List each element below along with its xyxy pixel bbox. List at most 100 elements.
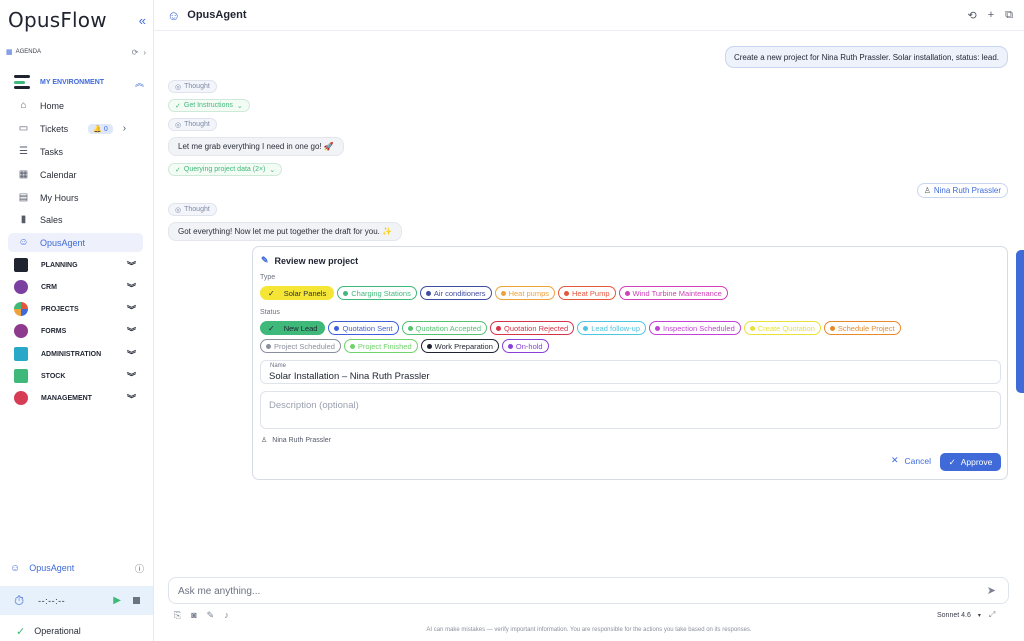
option-chip[interactable]: Quotation Accepted [401,321,487,335]
thought-pill[interactable]: ◎ Thought [168,80,217,93]
camera-icon[interactable]: ◙ [191,610,196,621]
sidebar-item-calendar[interactable]: ▦ Calendar [8,165,143,184]
info-icon[interactable]: ⓘ [135,562,144,575]
name-label: Name [270,363,287,369]
status-dot [334,325,340,331]
option-chip[interactable]: Inspection Scheduled [649,321,741,335]
option-chip[interactable]: Heat pumps [494,286,555,300]
sidebar-item-label: My Hours [40,192,79,203]
option-chip[interactable]: Project Scheduled [260,339,341,353]
copy-icon[interactable]: ⧉ [1005,9,1013,22]
projects-icon [14,302,28,316]
play-button[interactable]: ▶ [113,595,121,606]
chevron-right-icon[interactable]: › [123,123,126,134]
cancel-button[interactable]: ✕ Cancel [891,455,931,466]
option-chip[interactable]: Charging Stations [337,286,417,300]
thought-pill[interactable]: ◎ Thought [168,203,217,216]
thought-label: Thought [184,121,210,128]
thought-pill[interactable]: ◎ Thought [168,118,217,131]
option-chip[interactable]: Quotation Sent [328,321,399,335]
option-label: Solar Panels [283,288,327,298]
sidebar-item-tickets[interactable]: ▭ Tickets 🔔 0 › [8,119,143,138]
bottom-agent-label: OpusAgent [29,563,75,573]
sidebar-group-planning[interactable]: PLANNING ︾ [14,257,136,273]
option-chip[interactable]: Heat Pump [558,286,616,300]
app-logo[interactable]: OpusFlow [8,8,107,32]
sidebar-item-label: Tasks [40,146,64,157]
approve-button[interactable]: ✓ Approve [940,453,1001,471]
environment-toggle[interactable]: MY ENVIRONMENT ︽ [14,74,144,90]
option-chip[interactable]: Quotation Rejected [490,321,575,335]
sidebar-group-management[interactable]: MANAGEMENT ︾ [14,390,136,406]
model-selector[interactable]: Sonnet 4.6 ▾ ⤢ [937,610,995,620]
scrollbar-thumb[interactable] [1016,250,1024,393]
sidebar-group-forms[interactable]: FORMS ︾ [14,323,136,339]
option-chip[interactable]: Project Finished [343,339,418,353]
group-label: FORMS [41,327,67,335]
status-dot [624,290,630,296]
new-chat-icon[interactable]: + [988,9,994,21]
option-chip[interactable]: On-hold [501,339,549,353]
project-name-field[interactable]: Name Solar Installation – Nina Ruth Pras… [260,360,1001,384]
option-chip[interactable]: Air conditioners [419,286,492,300]
attach-icon[interactable]: ⎘ [174,610,181,621]
tool-call-querying-project-data[interactable]: ✓ Querying project data (2×) ⌄ [168,163,283,176]
stop-button[interactable] [133,597,140,604]
sidebar-group-crm[interactable]: CRM ︾ [14,279,136,295]
thought-icon: ◎ [175,206,182,214]
status-dot [266,343,271,349]
option-chip[interactable]: Schedule Project [823,321,901,335]
sidebar-item-opusagent[interactable]: ☺ OpusAgent [8,233,143,252]
user-message: Create a new project for Nina Ruth Prass… [724,46,1008,68]
option-chip[interactable]: Work Preparation [420,339,499,353]
sidebar: OpusFlow « ▦ AGENDA ⟳ › MY ENVIRONMENT ︽… [0,0,154,641]
description-field[interactable]: Description (optional) [260,391,1001,429]
tools-icon[interactable]: ✎ [207,610,215,621]
option-label: New Lead [283,323,318,333]
approve-label: Approve [960,457,993,467]
agenda-label: AGENDA [15,49,41,55]
environment-icon [14,75,30,89]
collapse-sidebar-icon[interactable]: « [139,13,146,28]
sidebar-item-my-hours[interactable]: ▤ My Hours [8,188,143,207]
status-dot [496,325,501,331]
option-chip[interactable]: ✓ New Lead [260,321,326,335]
option-label: Charging Stations [351,288,411,298]
sidebar-item-tasks[interactable]: ☰ Tasks [8,142,143,161]
sidebar-group-administration[interactable]: ADMINISTRATION ︾ [14,346,136,362]
refresh-icon[interactable]: ⟳ [132,48,139,57]
chat-input[interactable]: Ask me anything... ➤ [168,577,1009,604]
project-name-value: Solar Installation – Nina Ruth Prassler [269,371,430,382]
option-chip[interactable]: ✓ Solar Panels [260,286,335,300]
sidebar-item-sales[interactable]: ▮ Sales [8,210,143,229]
bottom-agent-link[interactable]: ☺ OpusAgent ⓘ [10,561,144,575]
history-icon[interactable]: ⟲ [967,9,976,22]
sidebar-group-projects[interactable]: PROJECTS ︾ [14,301,136,317]
tool-call-get-instructions[interactable]: ✓ Get Instructions ⌄ [168,99,250,112]
status-dot [829,325,835,331]
microphone-icon[interactable]: ♪ [224,610,229,621]
option-label: Project Finished [357,341,412,351]
sidebar-item-home[interactable]: ⌂ Home [8,96,143,115]
option-label: Create Quotation [757,323,815,333]
sidebar-item-label: Tickets [40,123,69,134]
expand-icon[interactable]: ⤢ [989,610,995,620]
option-label: Work Preparation [434,341,493,351]
option-chip[interactable]: Create Quotation [743,321,821,335]
status-options-row-1: ✓ New Lead Quotation Sent Quotation Accepte… [260,321,901,335]
option-chip[interactable]: Wind Turbine Maintenance [618,286,728,300]
contact-mention[interactable]: ♙ Nina Ruth Prassler [916,183,1008,198]
group-label: PLANNING [41,261,78,269]
robot-icon: ☺ [10,562,21,574]
agenda-next-icon[interactable]: › [143,48,146,57]
chevron-up-icon: ︽ [134,77,144,88]
send-icon[interactable]: ➤ [987,584,996,597]
chevron-down-icon: ⌄ [269,166,276,174]
sidebar-group-stock[interactable]: STOCK ︾ [14,368,136,384]
option-chip[interactable]: Lead follow-up [577,321,647,335]
check-circle-icon: ✓ [175,166,181,174]
check-circle-icon: ✓ [16,625,26,638]
chevron-down-icon: ▾ [977,612,981,619]
review-card-title: ✎ Review new project [261,255,358,266]
forms-icon [14,324,28,338]
